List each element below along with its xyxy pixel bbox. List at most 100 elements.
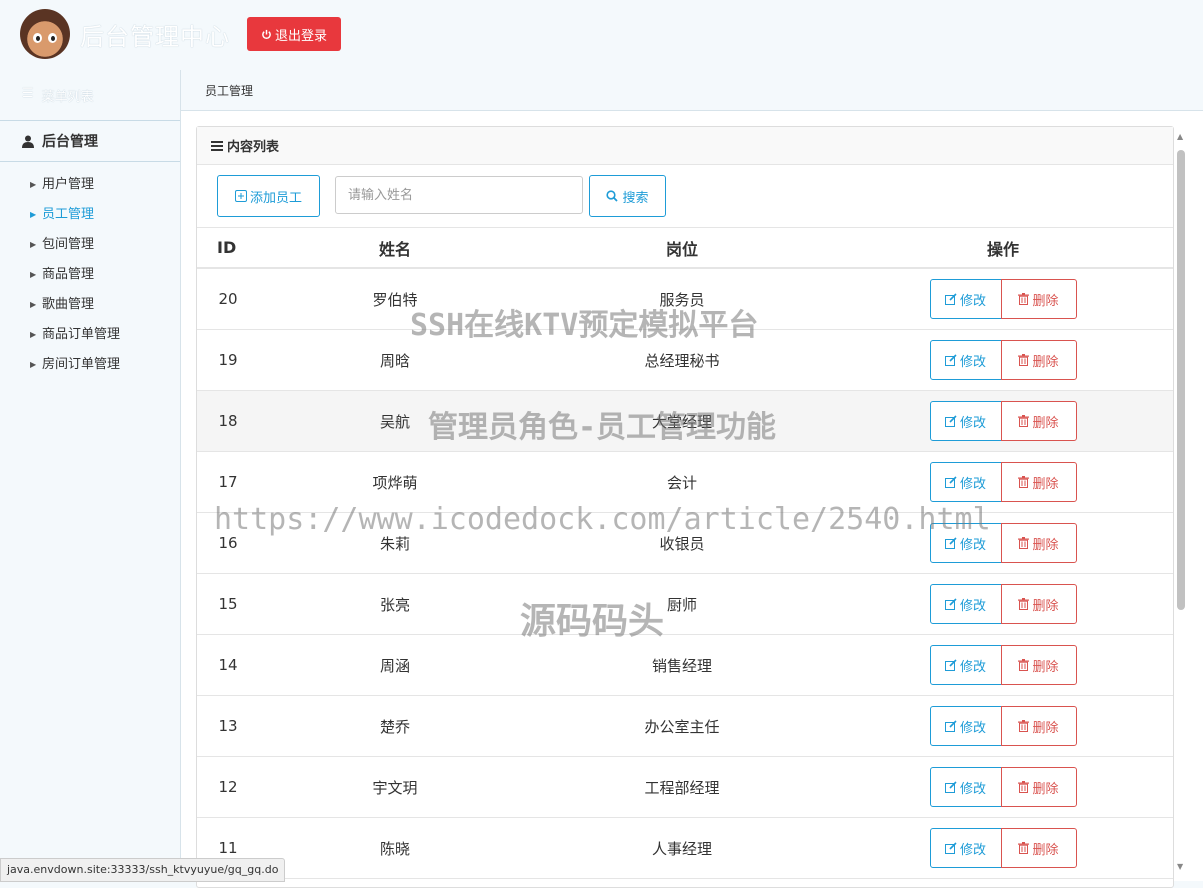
column-header-id: ID	[197, 228, 259, 269]
cell-id: 17	[197, 451, 259, 513]
sidebar-item-rooms[interactable]: ▶ 包间管理	[0, 230, 180, 260]
edit-button[interactable]: 修改	[929, 401, 1002, 441]
delete-button[interactable]: 删除	[1000, 401, 1077, 441]
delete-label: 删除	[1032, 781, 1059, 797]
row-actions: 修改 删除	[929, 340, 1077, 380]
edit-icon	[944, 476, 957, 488]
scrollbar-thumb[interactable]	[1177, 150, 1185, 610]
delete-button[interactable]: 删除	[1000, 523, 1077, 563]
power-icon	[261, 29, 272, 40]
delete-label: 删除	[1032, 293, 1059, 309]
delete-label: 删除	[1032, 659, 1059, 675]
delete-button[interactable]: 删除	[1000, 767, 1077, 807]
cell-position: 办公室主任	[531, 695, 833, 757]
edit-button[interactable]: 修改	[929, 340, 1002, 380]
scroll-up-arrow[interactable]: ▲	[1177, 132, 1183, 141]
delete-button[interactable]: 删除	[1000, 828, 1077, 868]
scroll-down-arrow[interactable]: ▼	[1177, 862, 1183, 871]
edit-button[interactable]: 修改	[929, 706, 1002, 746]
table-row: 15 张亮 厨师 修改 删除	[197, 573, 1173, 635]
search-button[interactable]: 搜索	[589, 175, 666, 217]
caret-right-icon: ▶	[30, 360, 37, 369]
user-icon	[22, 135, 34, 148]
cell-position: 收银员	[531, 512, 833, 574]
table-row: 18 吴航 大堂经理 修改 删除	[197, 390, 1173, 452]
avatar	[20, 9, 70, 59]
delete-button[interactable]: 删除	[1000, 584, 1077, 624]
app-title: 后台管理中心	[80, 23, 230, 51]
delete-label: 删除	[1032, 354, 1059, 370]
cell-position: 工程部经理	[531, 756, 833, 818]
name-search-input[interactable]	[335, 176, 583, 214]
sidebar-section-label: 后台管理	[42, 134, 98, 150]
edit-button[interactable]: 修改	[929, 462, 1002, 502]
search-label: 搜索	[622, 190, 649, 206]
panel-header: 内容列表	[197, 127, 1173, 165]
table-body: 20 罗伯特 服务员 修改 删除 19 周晗 总经理秘书 修改 删除 18 吴航 大堂经理 修改 删除 17 项…	[197, 268, 1173, 879]
panel-title: 内容列表	[227, 140, 280, 155]
list-icon	[211, 140, 223, 151]
cell-actions: 修改 删除	[833, 512, 1173, 574]
table-row: 19 周晗 总经理秘书 修改 删除	[197, 329, 1173, 391]
plus-square-icon	[234, 190, 247, 202]
edit-icon	[944, 293, 957, 305]
edit-label: 修改	[959, 354, 986, 370]
edit-label: 修改	[959, 598, 986, 614]
edit-button[interactable]: 修改	[929, 645, 1002, 685]
edit-icon	[944, 354, 957, 366]
edit-button[interactable]: 修改	[929, 767, 1002, 807]
edit-button[interactable]: 修改	[929, 523, 1002, 563]
sidebar-item-room-orders[interactable]: ▶ 房间订单管理	[0, 350, 180, 380]
cell-name: 周晗	[259, 329, 531, 391]
cell-id: 13	[197, 695, 259, 757]
sidebar-item-songs[interactable]: ▶ 歌曲管理	[0, 290, 180, 320]
cell-id: 14	[197, 634, 259, 696]
cell-name: 张亮	[259, 573, 531, 635]
delete-button[interactable]: 删除	[1000, 340, 1077, 380]
content-panel: 内容列表 添加员工 搜索 ID 姓名 岗位 操作 20罗伯特服务员修改删除19周…	[196, 126, 1174, 888]
edit-button[interactable]: 修改	[929, 828, 1002, 868]
delete-button[interactable]: 删除	[1000, 645, 1077, 685]
edit-button[interactable]: 修改	[929, 584, 1002, 624]
sidebar-item-product-orders[interactable]: ▶ 商品订单管理	[0, 320, 180, 350]
sidebar-item-employees[interactable]: ▶ 员工管理	[0, 200, 180, 230]
cell-position: 会计	[531, 451, 833, 513]
trash-icon	[1018, 598, 1030, 610]
cell-actions: 修改 删除	[833, 451, 1173, 513]
table-row: 17 项烨萌 会计 修改 删除	[197, 451, 1173, 513]
employee-table: ID 姓名 岗位 操作 20 罗伯特 服务员 修改 删除 19 周晗 总经理秘书 修改 删除 18 吴…	[197, 228, 1173, 879]
sidebar: ☰ 菜单列表 后台管理 ▶ 用户管理 ▶ 员工管理 ▶ 包间管理 ▶ 商品管理 ▶ 歌曲管…	[0, 70, 181, 880]
add-employee-button[interactable]: 添加员工	[217, 175, 320, 217]
cell-actions: 修改 删除	[833, 756, 1173, 818]
cell-position: 厨师	[531, 573, 833, 635]
caret-right-icon: ▶	[30, 330, 37, 339]
edit-label: 修改	[959, 537, 986, 553]
caret-right-icon: ▶	[30, 180, 37, 189]
logout-button[interactable]: 退出登录	[247, 17, 341, 51]
delete-label: 删除	[1032, 476, 1059, 492]
cell-name: 楚乔	[259, 695, 531, 757]
trash-icon	[1018, 476, 1030, 488]
delete-button[interactable]: 删除	[1000, 279, 1077, 319]
top-header: 后台管理中心 退出登录	[0, 0, 1203, 70]
row-actions: 修改 删除	[929, 401, 1077, 441]
cell-name: 周涵	[259, 634, 531, 696]
delete-button[interactable]: 删除	[1000, 706, 1077, 746]
cell-actions: 修改 删除	[833, 573, 1173, 635]
sidebar-item-products[interactable]: ▶ 商品管理	[0, 260, 180, 290]
search-icon	[606, 190, 619, 202]
cell-id: 20	[197, 268, 259, 330]
delete-label: 删除	[1032, 720, 1059, 736]
trash-icon	[1018, 415, 1030, 427]
edit-label: 修改	[959, 842, 986, 858]
edit-label: 修改	[959, 659, 986, 675]
edit-icon	[944, 537, 957, 549]
edit-button[interactable]: 修改	[929, 279, 1002, 319]
status-bar-url: java.envdown.site:33333/ssh_ktvyuyue/gq_…	[0, 858, 286, 882]
cell-actions: 修改 删除	[833, 268, 1173, 330]
delete-button[interactable]: 删除	[1000, 462, 1077, 502]
row-actions: 修改 删除	[929, 706, 1077, 746]
edit-icon	[944, 842, 957, 854]
sidebar-item-users[interactable]: ▶ 用户管理	[0, 170, 180, 200]
sidebar-section-admin[interactable]: 后台管理	[0, 120, 180, 162]
